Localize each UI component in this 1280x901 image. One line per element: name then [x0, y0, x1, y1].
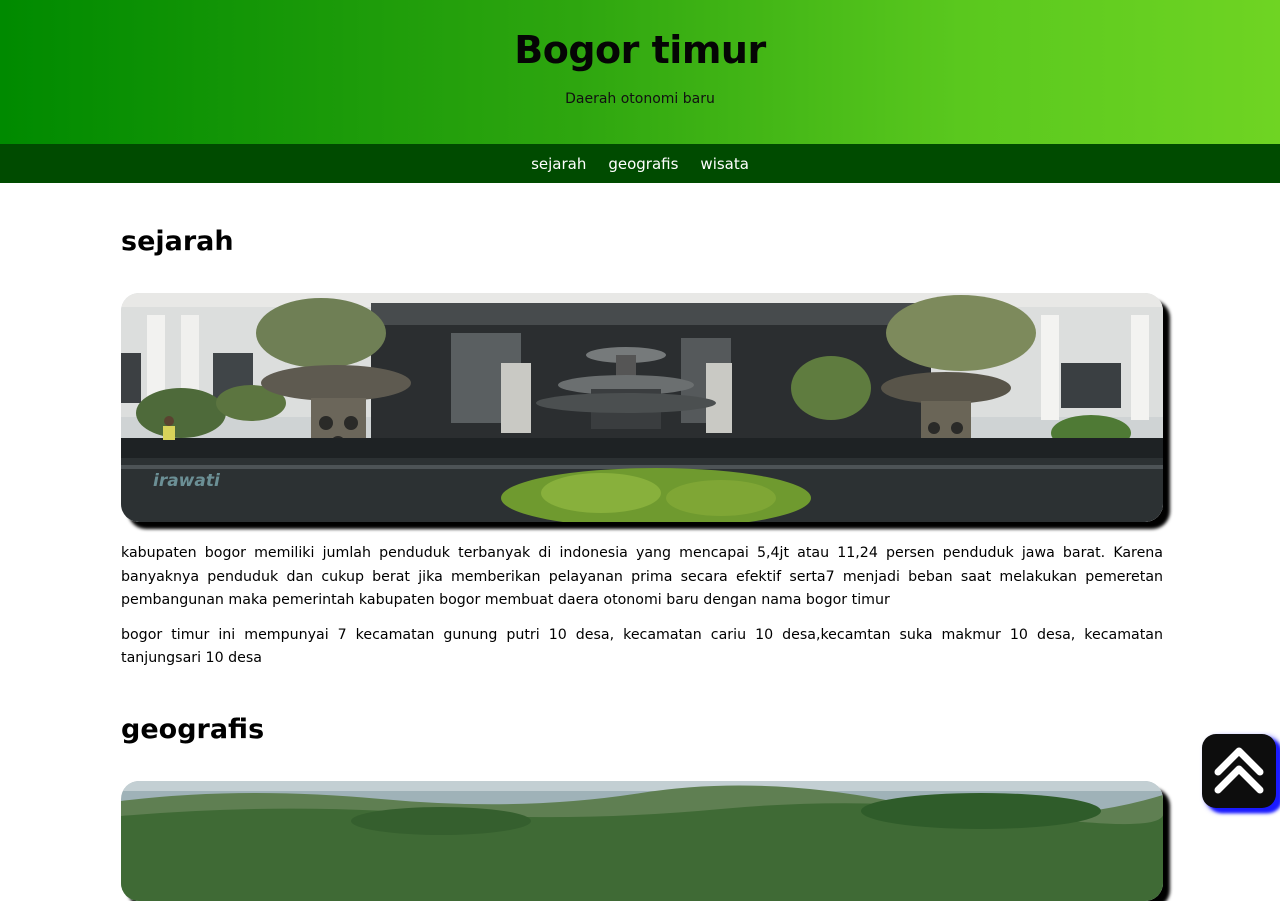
section-title-sejarah: sejarah [121, 226, 234, 257]
nav-link-geografis[interactable]: geografis [608, 155, 678, 173]
sejarah-paragraph-1: kabupaten bogor memiliki jumlah penduduk… [121, 545, 1163, 608]
nav-link-sejarah[interactable]: sejarah [531, 155, 586, 173]
section-sejarah: sejarah irawati kabupaten bogor memiliki… [121, 225, 1163, 671]
site-subtitle: Daerah otonomi baru [565, 91, 715, 107]
nav-link-wisata[interactable]: wisata [700, 155, 749, 173]
image-watermark: irawati [153, 471, 221, 491]
site-title: Bogor timur [514, 28, 766, 72]
back-to-top-button[interactable] [1202, 734, 1276, 808]
main-navbar: sejarah geografis wisata [0, 144, 1280, 183]
geografis-photo [121, 780, 1163, 901]
landscape-image [121, 780, 1163, 901]
sejarah-photo: irawati [121, 293, 1163, 522]
sejarah-paragraph-2: bogor timur ini mempunyai 7 kecamatan gu… [121, 626, 1163, 667]
government-building-image: irawati [121, 293, 1163, 522]
section-title-geografis: geografis [121, 713, 265, 745]
double-chevron-up-icon [1214, 747, 1264, 794]
section-geografis: geografis [121, 713, 1163, 901]
site-header: Bogor timur Daerah otonomi baru [0, 0, 1280, 144]
main-content: sejarah irawati kabupaten bogor memiliki… [121, 183, 1163, 901]
